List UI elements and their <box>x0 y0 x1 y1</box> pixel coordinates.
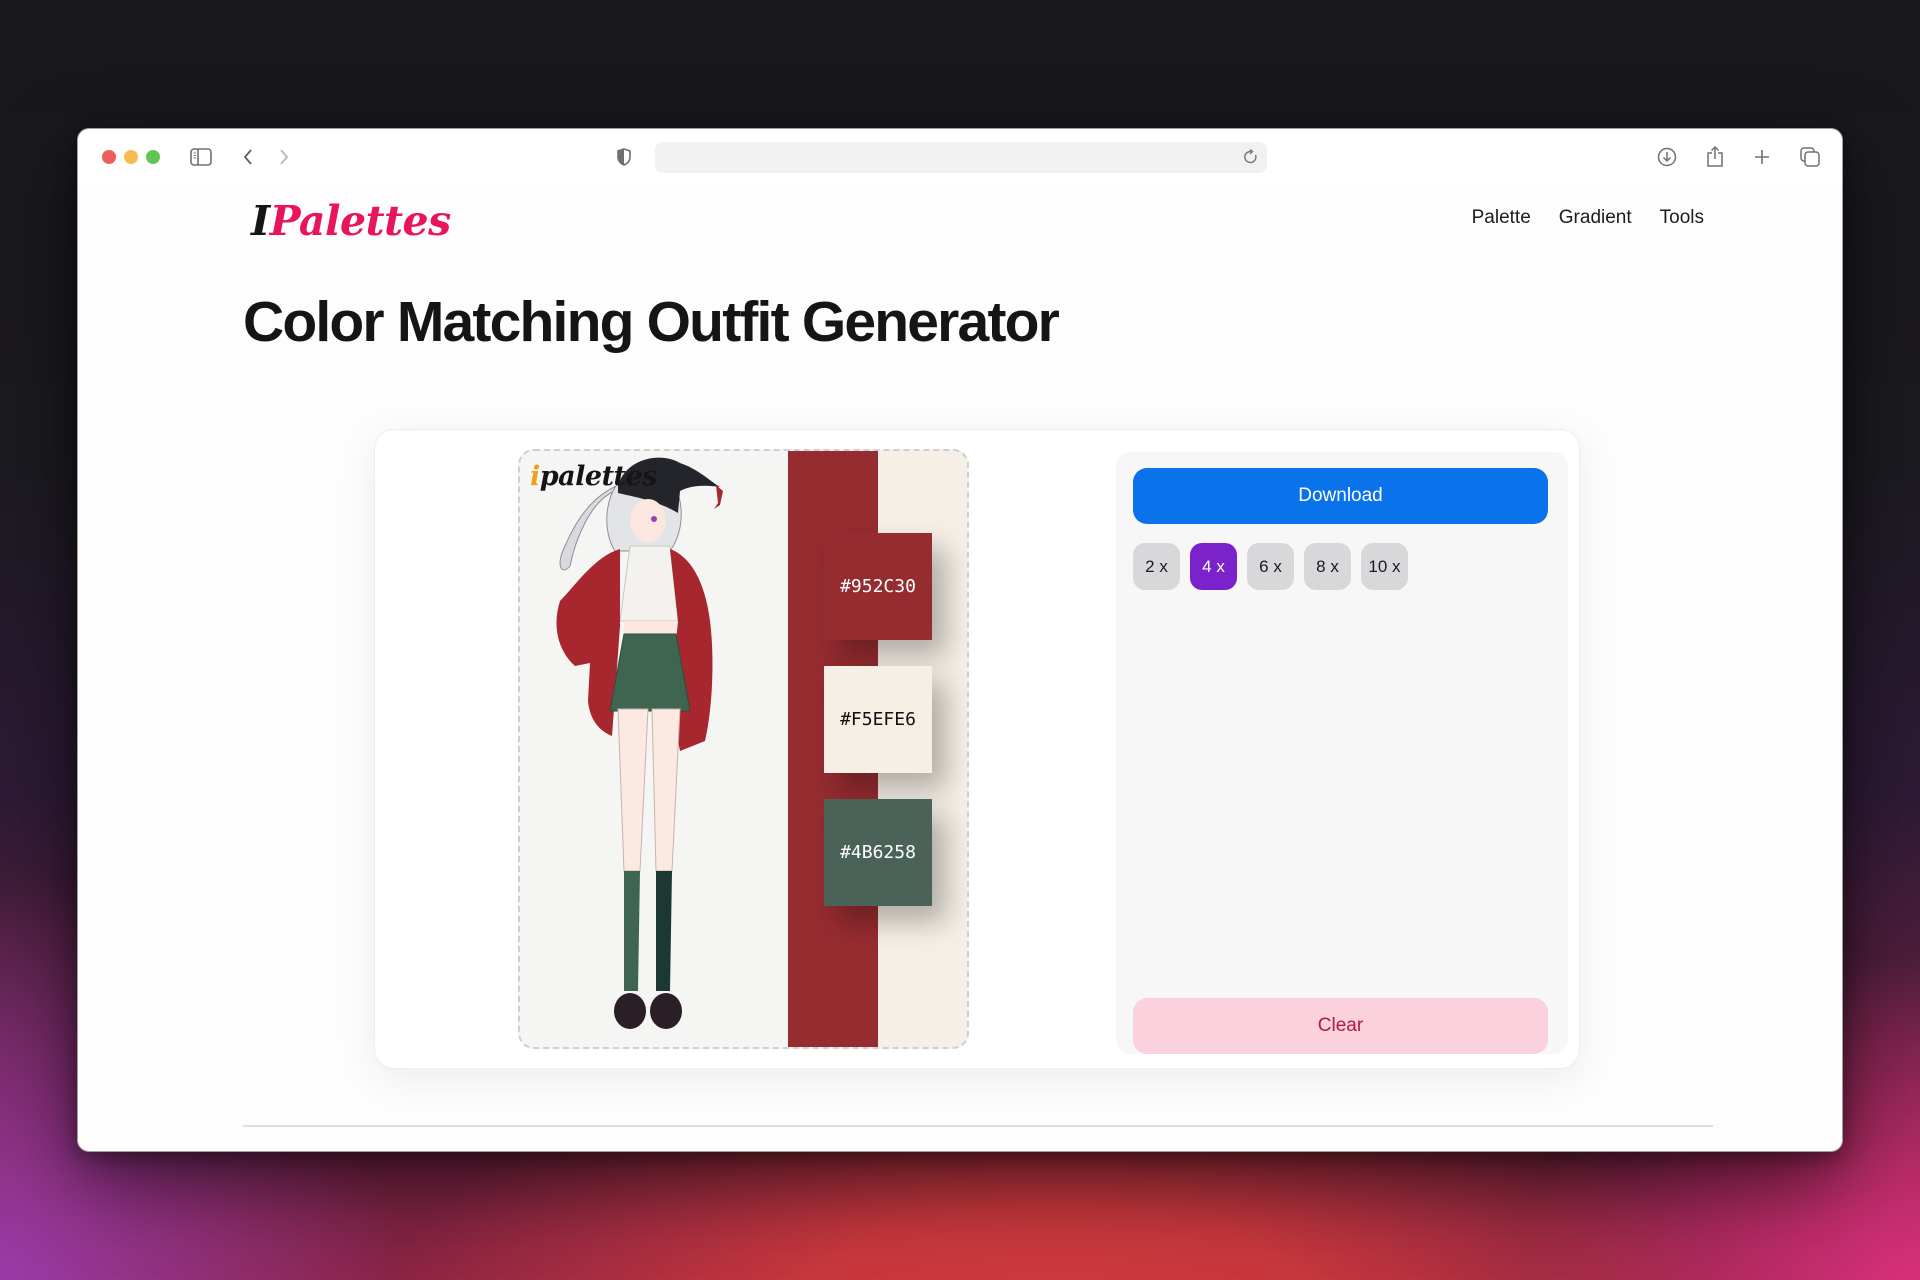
nav-palette[interactable]: Palette <box>1472 207 1531 229</box>
scale-selector: 2 x 4 x 6 x 8 x 10 x <box>1133 543 1408 590</box>
outfit-preview[interactable]: ipalettes #952C30 #F5EFE6 #4B6258 <box>518 449 969 1049</box>
swatch-1-hex: #952C30 <box>840 576 916 597</box>
browser-toolbar <box>78 129 1842 185</box>
clear-button[interactable]: Clear <box>1133 998 1548 1054</box>
download-button[interactable]: Download <box>1133 468 1548 524</box>
generator-card: ipalettes #952C30 #F5EFE6 #4B6258 Downlo… <box>374 429 1580 1069</box>
shield-icon[interactable] <box>614 143 634 171</box>
nav-tools[interactable]: Tools <box>1660 207 1704 229</box>
swatch-2: #F5EFE6 <box>824 666 932 773</box>
swatch-1: #952C30 <box>824 533 932 640</box>
site-logo[interactable]: IPalettes <box>251 197 451 245</box>
share-icon[interactable] <box>1704 143 1726 171</box>
chevron-right-icon[interactable] <box>274 143 294 171</box>
main-nav: Palette Gradient Tools <box>1472 207 1704 229</box>
browser-window: IPalettes Palette Gradient Tools Color M… <box>77 128 1843 1152</box>
nav-gradient[interactable]: Gradient <box>1559 207 1632 229</box>
scale-10x-button[interactable]: 10 x <box>1361 543 1408 590</box>
minimize-window-button[interactable] <box>124 150 138 164</box>
scale-8x-button[interactable]: 8 x <box>1304 543 1351 590</box>
download-circle-icon[interactable] <box>1655 143 1679 171</box>
watermark-text: palettes <box>539 461 658 492</box>
swatch-2-hex: #F5EFE6 <box>840 709 916 730</box>
reload-icon[interactable] <box>1241 147 1261 167</box>
sidebar-icon[interactable] <box>188 143 214 171</box>
chevron-left-icon[interactable] <box>238 143 258 171</box>
watermark-dot: i <box>530 461 540 492</box>
logo-main: Palettes <box>269 197 452 245</box>
watermark-logo: ipalettes <box>530 461 657 492</box>
page-content: IPalettes Palette Gradient Tools Color M… <box>78 185 1842 1151</box>
page-title: Color Matching Outfit Generator <box>243 290 1060 354</box>
plus-icon[interactable] <box>1752 143 1772 171</box>
scale-2x-button[interactable]: 2 x <box>1133 543 1180 590</box>
scale-6x-button[interactable]: 6 x <box>1247 543 1294 590</box>
address-bar[interactable] <box>655 142 1267 173</box>
controls-panel: Download 2 x 4 x 6 x 8 x 10 x Clear <box>1116 452 1568 1054</box>
footer-divider <box>243 1125 1713 1127</box>
outfit-illustration <box>520 451 790 1047</box>
swatch-3: #4B6258 <box>824 799 932 906</box>
swatch-3-hex: #4B6258 <box>840 842 916 863</box>
zoom-window-button[interactable] <box>146 150 160 164</box>
close-window-button[interactable] <box>102 150 116 164</box>
tabs-overview-icon[interactable] <box>1798 143 1822 171</box>
scale-4x-button[interactable]: 4 x <box>1190 543 1237 590</box>
logo-prefix: I <box>251 197 270 245</box>
